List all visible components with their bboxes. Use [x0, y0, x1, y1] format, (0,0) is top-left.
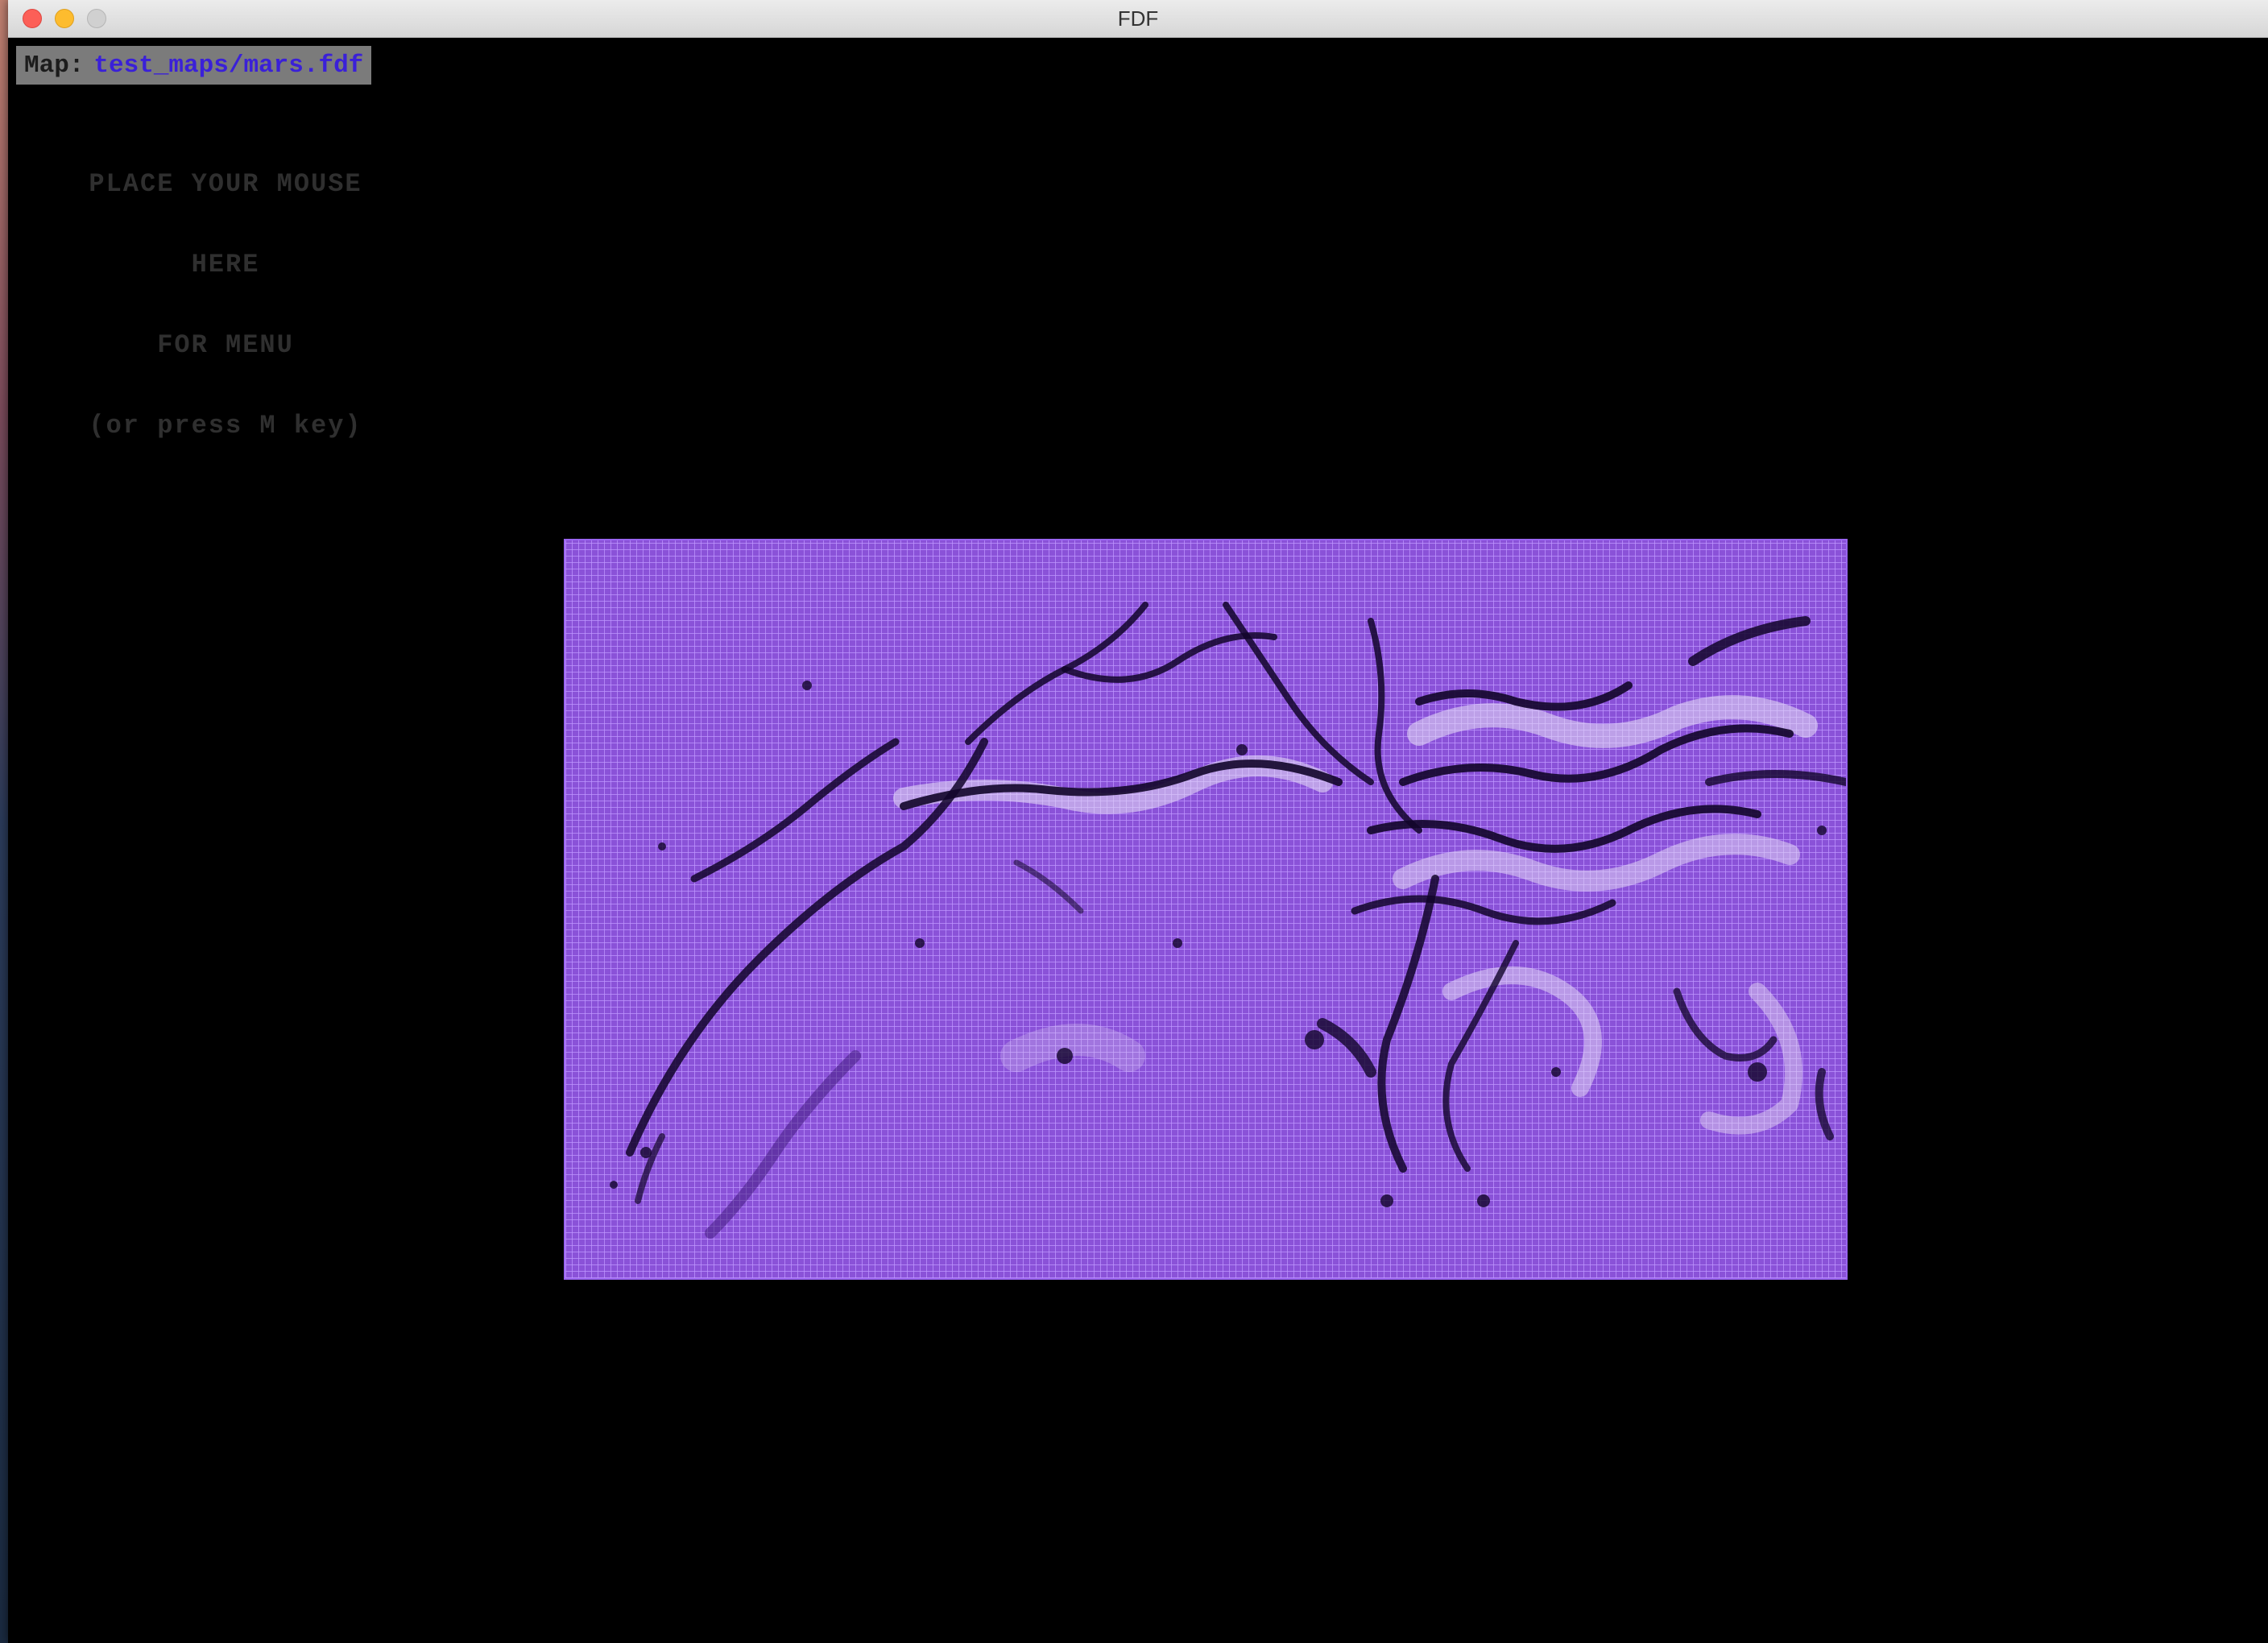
- terrain-highlight: [1000, 1024, 1145, 1072]
- terrain-ridge: [1815, 1068, 1834, 1140]
- terrain-crater: [1817, 826, 1827, 835]
- terrain-crater: [1477, 1194, 1490, 1207]
- terrain-crater: [1380, 1194, 1393, 1207]
- terrain-ridge: [635, 1133, 665, 1204]
- map-file-name: test_maps/mars.fdf: [93, 51, 364, 80]
- terrain-crater: [658, 842, 666, 850]
- terrain-crater: [1305, 1030, 1324, 1049]
- terrain-ridge: [1377, 875, 1439, 1173]
- terrain-ridge: [690, 738, 900, 883]
- fdf-window: FDF Map: test_maps/mars.fdf PLACE YOUR M…: [8, 0, 2268, 1643]
- terrain-wireframe: [610, 602, 1846, 1239]
- terrain-highlight: [1393, 834, 1800, 892]
- terrain-crater: [802, 681, 812, 690]
- terrain-crater: [915, 938, 925, 948]
- title-bar[interactable]: FDF: [8, 0, 2268, 38]
- menu-hint-line-3[interactable]: FOR MENU: [40, 330, 411, 360]
- menu-hint-line-2[interactable]: HERE: [40, 250, 411, 279]
- terrain-crater: [640, 1147, 652, 1158]
- menu-hint-line-4[interactable]: (or press M key): [40, 411, 411, 441]
- terrain-crater: [1551, 1067, 1561, 1077]
- terrain-ridge: [705, 1050, 861, 1239]
- terrain-ridge: [965, 602, 1148, 745]
- map-filename-label: Map: test_maps/mars.fdf: [16, 46, 372, 85]
- menu-hint-line-1[interactable]: PLACE YOUR MOUSE: [40, 169, 411, 199]
- terrain-ridge: [1223, 602, 1374, 785]
- terrain-ridge: [1062, 632, 1277, 683]
- terrain-crater: [1173, 938, 1182, 948]
- terrain-crater: [1748, 1062, 1767, 1082]
- render-area[interactable]: Map: test_maps/mars.fdf PLACE YOUR MOUSE…: [8, 38, 2268, 1643]
- map-key-label: Map:: [24, 51, 85, 80]
- terrain-ridge: [1705, 770, 1846, 786]
- terrain-crater: [1057, 1048, 1073, 1064]
- terrain-crater: [610, 1181, 618, 1189]
- terrain-ridge: [1415, 681, 1633, 711]
- terrain-ridge: [1317, 1018, 1376, 1078]
- terrain-ridge: [1688, 616, 1811, 666]
- terrain-ridge: [1013, 859, 1084, 914]
- window-title: FDF: [1117, 6, 1159, 31]
- wireframe-map-viewport[interactable]: [564, 539, 1848, 1280]
- terrain-ridge: [1351, 895, 1616, 925]
- terrain-crater: [1236, 744, 1248, 755]
